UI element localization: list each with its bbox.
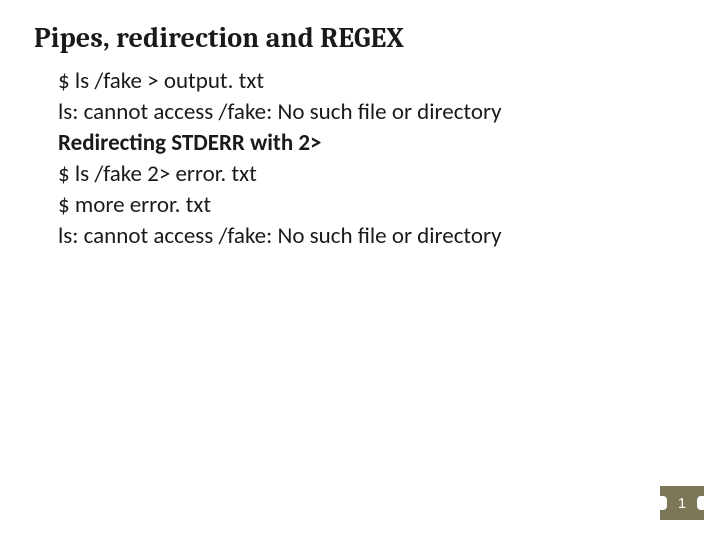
body-line: $ ls /fake > output. txt — [58, 66, 680, 97]
body-line: ls: cannot access /fake: No such file or… — [58, 221, 680, 252]
body-line: $ more error. txt — [58, 190, 680, 221]
badge-notch-left — [659, 496, 667, 510]
page-number-badge: 1 — [660, 486, 704, 520]
body-line: Redirecting STDERR with 2> — [58, 128, 680, 159]
body-line: ls: cannot access /fake: No such file or… — [58, 97, 680, 128]
page-number: 1 — [678, 495, 686, 512]
badge-notch-right — [697, 496, 705, 510]
slide-title: Pipes, redirection and REGEX — [0, 0, 720, 66]
body-line: $ ls /fake 2> error. txt — [58, 159, 680, 190]
slide-body: $ ls /fake > output. txt ls: cannot acce… — [0, 66, 720, 252]
